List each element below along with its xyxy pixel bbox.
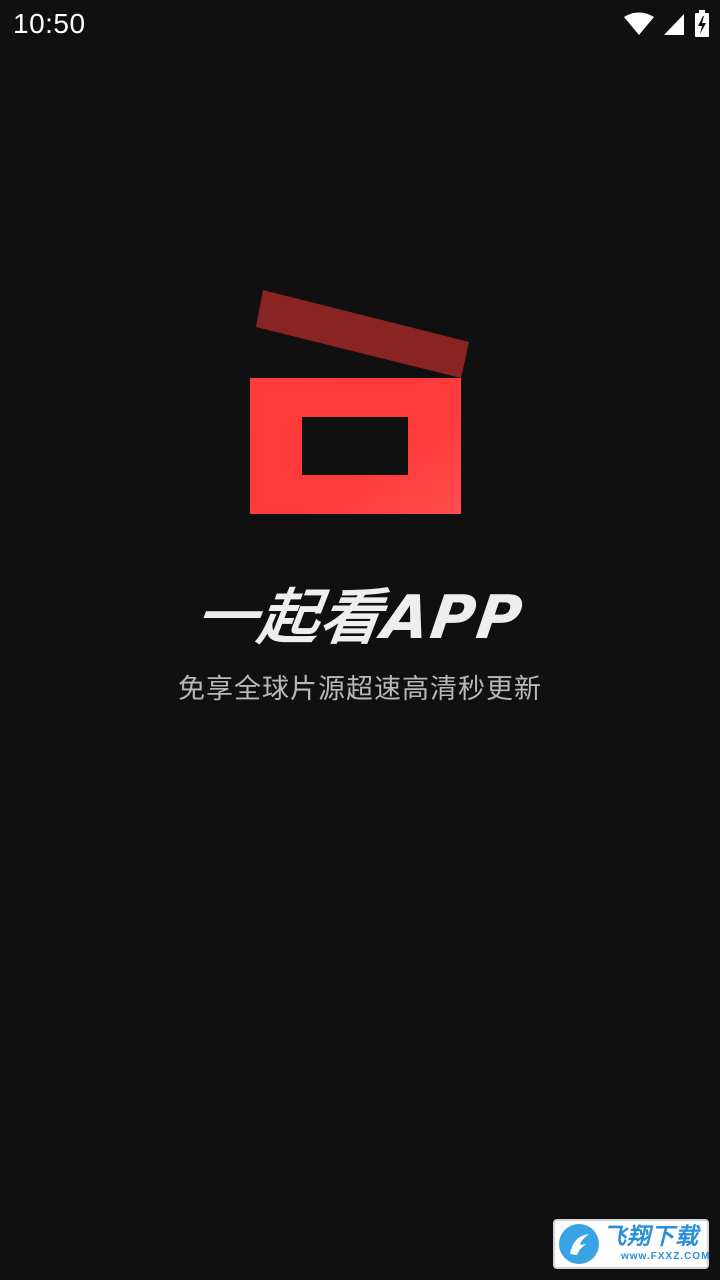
watermark: 飞翔下载 www.FXXZ.COM	[553, 1219, 709, 1269]
wifi-icon	[624, 12, 654, 36]
status-bar: 10:50	[0, 0, 720, 50]
clapperboard-logo	[245, 285, 475, 520]
splash-screen: 10:50 一起看APP 免享全球片源超速高清秒更新 飞翔下载 www.FXXZ…	[0, 0, 720, 1280]
status-icons	[624, 10, 710, 38]
battery-charging-icon	[694, 10, 710, 38]
watermark-name: 飞翔下载	[603, 1224, 699, 1250]
watermark-text: 飞翔下载 www.FXXZ.COM	[603, 1226, 710, 1262]
cellular-signal-icon	[662, 12, 686, 36]
status-time: 10:50	[13, 8, 86, 39]
app-title: 一起看APP	[191, 583, 529, 653]
app-subtitle: 免享全球片源超速高清秒更新	[178, 674, 542, 705]
watermark-logo-icon	[559, 1224, 599, 1264]
watermark-url: www.FXXZ.COM	[621, 1251, 711, 1262]
